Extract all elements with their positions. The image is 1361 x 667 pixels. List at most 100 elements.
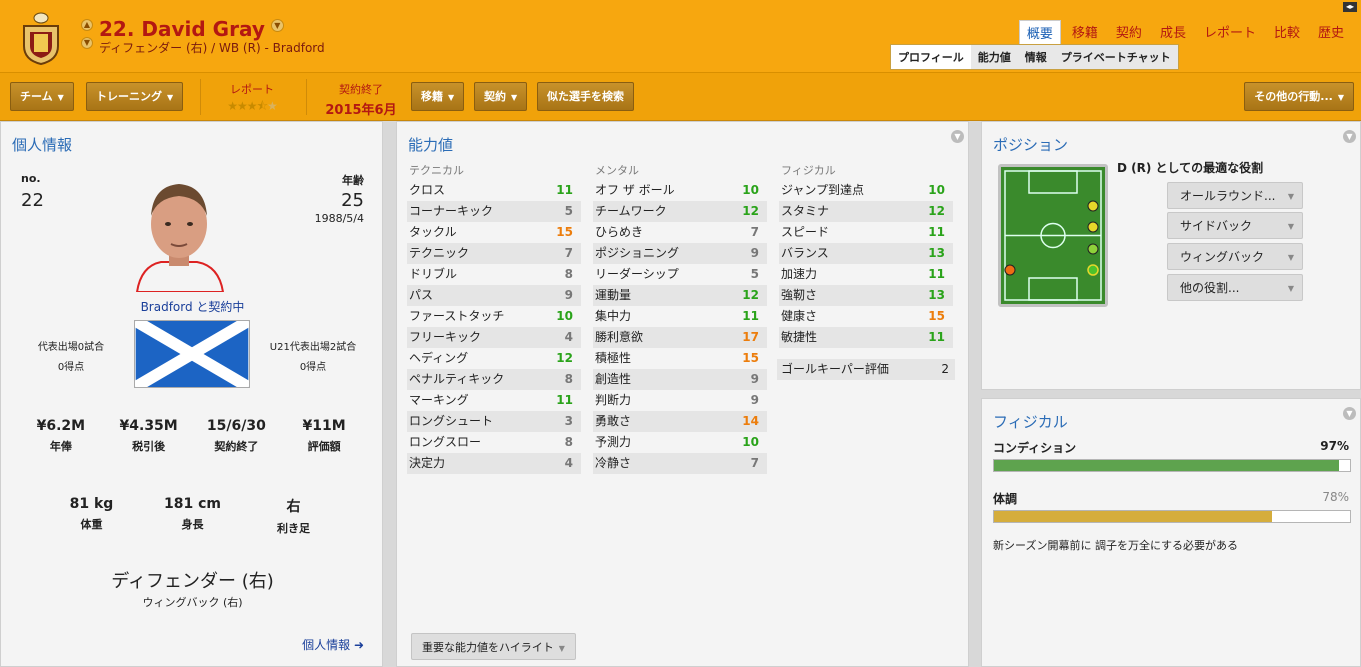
prev-player-icon[interactable]: ▲ bbox=[81, 19, 93, 31]
attribute-row[interactable]: リーダーシップ 5 bbox=[593, 264, 767, 285]
role-other-button[interactable]: 他の役割... ▼ bbox=[1167, 274, 1303, 301]
role-complete-button[interactable]: オールラウンド... ▼ bbox=[1167, 182, 1303, 209]
attribute-row[interactable]: テクニック 7 bbox=[407, 243, 581, 264]
subtab-profile[interactable]: プロフィール bbox=[891, 45, 971, 69]
attribute-row[interactable]: ロングスロー 8 bbox=[407, 432, 581, 453]
attribute-value: 4 bbox=[564, 330, 573, 344]
team-button[interactable]: チーム ▼ bbox=[10, 82, 74, 111]
attribute-value: 11 bbox=[556, 183, 573, 197]
tab-history[interactable]: 歴史 bbox=[1311, 20, 1351, 45]
attribute-name: ひらめき bbox=[595, 225, 644, 239]
attribute-row[interactable]: 集中力 11 bbox=[593, 306, 767, 327]
attribute-row[interactable]: 強靭さ 13 bbox=[779, 285, 953, 306]
attribute-row[interactable]: フリーキック 4 bbox=[407, 327, 581, 348]
attribute-name: リーダーシップ bbox=[595, 267, 679, 281]
net-wage-item: ¥4.35M 税引後 bbox=[109, 418, 189, 454]
attribute-row[interactable]: ひらめき 7 bbox=[593, 222, 767, 243]
attribute-row[interactable]: ジャンプ到達点 10 bbox=[779, 180, 953, 201]
attribute-value: 15 bbox=[928, 309, 945, 323]
attribute-name: 敏捷性 bbox=[781, 330, 818, 344]
attribute-name: 健康さ bbox=[781, 309, 818, 323]
weight-value: 81 kg bbox=[69, 496, 114, 512]
subtab-attributes[interactable]: 能力値 bbox=[971, 45, 1018, 69]
attribute-row[interactable]: マーキング 11 bbox=[407, 390, 581, 411]
intl-goals: 0得点 bbox=[57, 362, 85, 373]
attribute-row[interactable]: クロス 11 bbox=[407, 180, 581, 201]
technical-rows: クロス 11 コーナーキック 5 タックル 15 テクニック 7 ドリブル 8 パス 9 ファーストタッ… bbox=[407, 180, 581, 474]
attribute-name: パス bbox=[409, 288, 434, 302]
attribute-row[interactable]: バランス 13 bbox=[779, 243, 953, 264]
window-toggle-icon[interactable]: ◂▸ bbox=[1343, 2, 1357, 12]
subtab-private-chat[interactable]: プライベートチャット bbox=[1054, 45, 1178, 69]
role-wingback-button[interactable]: ウィングバック ▼ bbox=[1167, 243, 1303, 270]
club-contract-link[interactable]: Bradford と契約中 bbox=[1, 298, 384, 315]
player-menu-dropdown-icon[interactable]: ▼ bbox=[270, 19, 284, 32]
contract-button[interactable]: 契約 ▼ bbox=[474, 82, 528, 111]
attribute-row[interactable]: オフ ザ ボール 10 bbox=[593, 180, 767, 201]
condition-value: 97% bbox=[1320, 439, 1349, 453]
gk-rating-value: 2 bbox=[941, 362, 949, 376]
attribute-row[interactable]: 判断力 9 bbox=[593, 390, 767, 411]
highlight-key-attributes-button[interactable]: 重要な能力値をハイライト ▼ bbox=[411, 633, 576, 660]
attribute-name: マーキング bbox=[409, 393, 469, 407]
attribute-row[interactable]: 勝利意欲 17 bbox=[593, 327, 767, 348]
collapse-icon[interactable]: ▼ bbox=[1343, 130, 1356, 143]
header: ▲ ▼ 22. David Gray ▼ ディフェンダー (右) / WB (R)… bbox=[0, 0, 1361, 73]
collapse-icon[interactable]: ▼ bbox=[1343, 407, 1356, 420]
tab-contract[interactable]: 契約 bbox=[1109, 20, 1149, 45]
other-actions-button[interactable]: その他の行動... ▼ bbox=[1244, 82, 1354, 111]
attribute-row[interactable]: ポジショニング 9 bbox=[593, 243, 767, 264]
subtab-info[interactable]: 情報 bbox=[1018, 45, 1054, 69]
attribute-name: コーナーキック bbox=[409, 204, 494, 218]
physical-column: フィジカル ジャンプ到達点 10 スタミナ 12 スピード 11 バランス 13 加速力 11 強靭… bbox=[779, 162, 953, 348]
find-similar-button[interactable]: 似た選手を検索 bbox=[537, 82, 634, 111]
tab-overview[interactable]: 概要 bbox=[1018, 20, 1061, 45]
net-wage-label: 税引後 bbox=[132, 440, 166, 453]
attribute-row[interactable]: コーナーキック 5 bbox=[407, 201, 581, 222]
training-button[interactable]: トレーニング ▼ bbox=[86, 82, 184, 111]
attribute-row[interactable]: パス 9 bbox=[407, 285, 581, 306]
attribute-row[interactable]: ファーストタッチ 10 bbox=[407, 306, 581, 327]
player-nav-arrows: ▲ ▼ bbox=[81, 19, 93, 55]
attribute-name: 勇敢さ bbox=[595, 414, 632, 428]
attribute-value: 10 bbox=[928, 183, 945, 197]
attribute-value: 10 bbox=[742, 183, 759, 197]
role-fullback-button[interactable]: サイドバック ▼ bbox=[1167, 212, 1303, 239]
attribute-row[interactable]: チームワーク 12 bbox=[593, 201, 767, 222]
contract-value: 2015年6月 bbox=[325, 103, 397, 118]
tab-development[interactable]: 成長 bbox=[1153, 20, 1193, 45]
attribute-row[interactable]: ドリブル 8 bbox=[407, 264, 581, 285]
attribute-row[interactable]: ロングシュート 3 bbox=[407, 411, 581, 432]
attribute-row[interactable]: 冷静さ 7 bbox=[593, 453, 767, 474]
attribute-row[interactable]: ペナルティキック 8 bbox=[407, 369, 581, 390]
attribute-row[interactable]: 加速力 11 bbox=[779, 264, 953, 285]
attribute-row[interactable]: スピード 11 bbox=[779, 222, 953, 243]
attribute-row[interactable]: 決定力 4 bbox=[407, 453, 581, 474]
attribute-row[interactable]: ヘディング 12 bbox=[407, 348, 581, 369]
attribute-row[interactable]: 予測力 10 bbox=[593, 432, 767, 453]
attribute-row[interactable]: 勇敢さ 14 bbox=[593, 411, 767, 432]
chevron-down-icon: ▼ bbox=[1287, 192, 1294, 201]
attribute-row[interactable]: 健康さ 15 bbox=[779, 306, 953, 327]
more-personal-info-link[interactable]: 個人情報 ➜ bbox=[302, 636, 364, 653]
tab-transfer[interactable]: 移籍 bbox=[1065, 20, 1105, 45]
attribute-value: 5 bbox=[750, 267, 759, 281]
tab-compare[interactable]: 比較 bbox=[1267, 20, 1307, 45]
transfer-button[interactable]: 移籍 ▼ bbox=[411, 82, 465, 111]
fitness-label: 体調 bbox=[993, 492, 1018, 506]
next-player-icon[interactable]: ▼ bbox=[81, 37, 93, 49]
attribute-row[interactable]: タックル 15 bbox=[407, 222, 581, 243]
attribute-row[interactable]: 運動量 12 bbox=[593, 285, 767, 306]
nav-tabs: 概要 移籍 契約 成長 レポート 比較 歴史 bbox=[1015, 20, 1351, 45]
attribute-value: 13 bbox=[928, 288, 945, 302]
attribute-value: 9 bbox=[564, 288, 573, 302]
attribute-row[interactable]: 積極性 15 bbox=[593, 348, 767, 369]
attribute-name: 積極性 bbox=[595, 351, 632, 365]
collapse-icon[interactable]: ▼ bbox=[951, 130, 964, 143]
report-block[interactable]: レポート ★★★⯪★ bbox=[212, 81, 292, 118]
mental-column: メンタル オフ ザ ボール 10 チームワーク 12 ひらめき 7 ポジショニング 9 リーダー… bbox=[593, 162, 767, 474]
attribute-row[interactable]: 敏捷性 11 bbox=[779, 327, 953, 348]
tab-report[interactable]: レポート bbox=[1197, 20, 1263, 45]
attribute-row[interactable]: スタミナ 12 bbox=[779, 201, 953, 222]
attribute-row[interactable]: 創造性 9 bbox=[593, 369, 767, 390]
